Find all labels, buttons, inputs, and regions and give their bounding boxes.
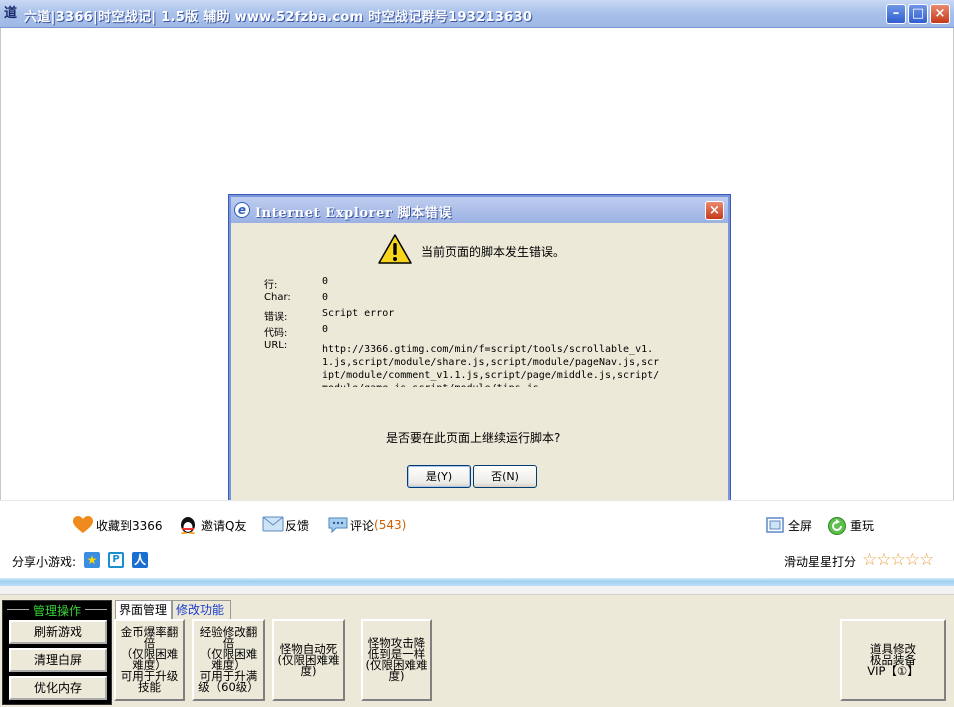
close-icon: ×: [709, 203, 720, 218]
rate-label: 滑动星星打分: [784, 555, 857, 569]
continue-question: 是否要在此页面上继续运行脚本?: [386, 431, 561, 445]
minimize-icon: –: [892, 6, 900, 21]
replay-icon: [827, 516, 847, 535]
detail-label: Char:: [264, 292, 291, 303]
gold-drop-label: 金币爆率翻倍 （仅限困难难度） 可用于升级技能: [120, 625, 179, 694]
fullscreen-link[interactable]: 全屏: [765, 515, 812, 535]
close-button[interactable]: ×: [930, 4, 950, 24]
maximize-button[interactable]: □: [908, 4, 928, 24]
share-bar: 分享小游戏: ★ P 人 滑动星星打分 ☆☆☆☆☆: [0, 544, 954, 578]
qzone-star-icon[interactable]: ★: [84, 552, 100, 568]
divider-blue: [0, 578, 954, 586]
favorite-label: 收藏到3366: [96, 518, 163, 533]
invite-link[interactable]: 邀请Q友: [178, 515, 246, 535]
replay-label: 重玩: [850, 518, 875, 533]
detail-label: 行:: [264, 280, 278, 291]
error-message: 当前页面的脚本发生错误。: [421, 245, 566, 259]
detail-label: 代码:: [264, 328, 288, 339]
invite-label: 邀请Q友: [201, 518, 247, 533]
detail-label: 错误:: [264, 312, 288, 323]
detail-value: 0: [322, 276, 329, 287]
feedback-label: 反馈: [285, 518, 310, 533]
comment-count: (543): [374, 518, 407, 532]
monster-auto-die-button[interactable]: 怪物自动死 (仅限困难难度): [272, 619, 345, 701]
optimize-memory-button[interactable]: 优化内存: [9, 676, 107, 700]
monster-attack-lower-label: 怪物攻击降低到是一样 (仅限困难难度): [365, 636, 428, 683]
detail-value: 0: [322, 324, 329, 335]
script-error-dialog: e Internet Explorer 脚本错误 × 当前页面的脚本发生错误。 …: [229, 195, 730, 515]
management-box: 管理操作 刷新游戏 清理白屏 优化内存: [2, 600, 112, 705]
monster-auto-die-label: 怪物自动死 (仅限困难难度): [277, 641, 340, 678]
share-label: 分享小游戏:: [12, 555, 77, 569]
comment-link[interactable]: 评论 (543): [327, 515, 406, 535]
exp-double-button[interactable]: 经验修改翻倍 （仅限困难难度） 可用于升满级（60级）: [192, 619, 265, 701]
refresh-game-button[interactable]: 刷新游戏: [9, 620, 107, 644]
dialog-title-bar[interactable]: e Internet Explorer 脚本错误 ×: [231, 197, 728, 223]
comment-icon: [327, 516, 348, 534]
close-icon: ×: [934, 6, 946, 21]
url-label: URL:: [264, 340, 288, 351]
gold-drop-button[interactable]: 金币爆率翻倍 （仅限困难难度） 可用于升级技能: [114, 619, 185, 701]
heart-icon: [73, 516, 93, 534]
tab-ui-management[interactable]: 界面管理: [115, 600, 172, 620]
comment-label: 评论: [350, 518, 375, 533]
management-title: 管理操作: [3, 602, 111, 619]
fullscreen-label: 全屏: [788, 518, 813, 533]
ie-icon: e: [234, 202, 250, 218]
dialog-close-button[interactable]: ×: [705, 201, 724, 220]
app-window: 道 六道|3366|时空战记| 1.5版 辅助 www.52fzba.com 时…: [0, 0, 954, 707]
exp-double-label: 经验修改翻倍 （仅限困难难度） 可用于升满级（60级）: [198, 625, 259, 694]
feedback-link[interactable]: 反馈: [262, 515, 309, 535]
replay-link[interactable]: 重玩: [827, 515, 874, 535]
app-icon: 道: [4, 6, 18, 21]
divider-gray: [0, 586, 954, 595]
url-value[interactable]: http://3366.gtimg.com/min/f=script/tools…: [322, 343, 660, 387]
favorite-link[interactable]: 收藏到3366: [73, 515, 163, 535]
dialog-title: Internet Explorer 脚本错误: [255, 206, 452, 221]
pengyou-icon[interactable]: P: [108, 552, 124, 568]
minimize-button[interactable]: –: [886, 4, 906, 24]
warning-icon: [378, 234, 412, 264]
yes-button[interactable]: 是(Y): [407, 465, 471, 488]
mail-icon: [262, 516, 284, 534]
renren-icon[interactable]: 人: [132, 552, 148, 568]
rating-stars[interactable]: ☆☆☆☆☆: [862, 550, 934, 570]
qq-penguin-icon: [178, 516, 198, 534]
title-bar[interactable]: 道 六道|3366|时空战记| 1.5版 辅助 www.52fzba.com 时…: [0, 0, 954, 28]
no-button[interactable]: 否(N): [473, 465, 537, 488]
tab-modify-functions[interactable]: 修改功能: [172, 600, 231, 620]
fullscreen-icon: [765, 516, 785, 534]
window-title: 六道|3366|时空战记| 1.5版 辅助 www.52fzba.com 时空战…: [24, 10, 533, 25]
clear-whitescreen-button[interactable]: 清理白屏: [9, 648, 107, 672]
item-modify-button[interactable]: 道具修改 极品装备 VIP【①】: [840, 619, 946, 701]
item-modify-label: 道具修改 极品装备 VIP【①】: [867, 641, 919, 678]
detail-value: 0: [322, 292, 329, 303]
maximize-icon: □: [911, 6, 925, 21]
control-panel: 管理操作 刷新游戏 清理白屏 优化内存 界面管理 修改功能 金币爆率翻倍 （仅限…: [0, 595, 954, 707]
monster-attack-lower-button[interactable]: 怪物攻击降低到是一样 (仅限困难难度): [361, 619, 432, 701]
action-bar: 收藏到3366 邀请Q友 反馈 评论 (543) 全屏 重玩: [0, 500, 954, 544]
detail-value: Script error: [322, 308, 395, 319]
